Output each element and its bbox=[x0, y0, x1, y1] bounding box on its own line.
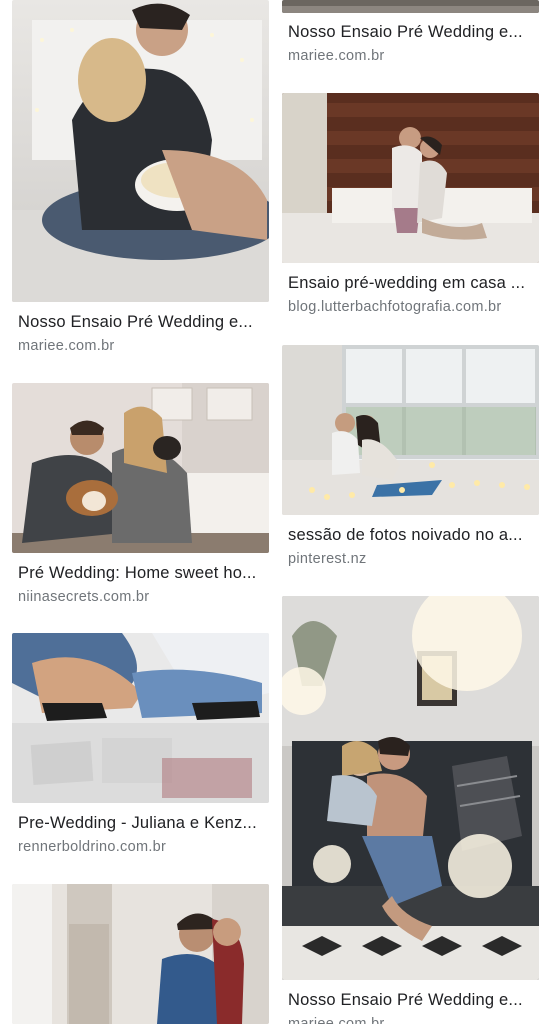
result-source: rennerboldrino.com.br bbox=[18, 839, 167, 855]
result-card[interactable]: Pre-Wedding - Juliana e Kenz... rennerbo… bbox=[12, 633, 269, 865]
result-source: mariee.com.br bbox=[18, 338, 115, 354]
result-source: pinterest.nz bbox=[288, 551, 367, 567]
result-card[interactable]: Nosso Ensaio Pré Wedding e... mariee.com… bbox=[12, 0, 269, 370]
result-source: niinasecrets.com.br bbox=[18, 589, 150, 605]
result-thumbnail[interactable] bbox=[282, 0, 539, 13]
result-card[interactable]: Nosso Ensaio Pré Wedding e... mariee.com… bbox=[282, 0, 539, 75]
result-title[interactable]: Nosso Ensaio Pré Wedding e... bbox=[282, 991, 539, 1010]
result-title[interactable]: sessão de fotos noivado no a... bbox=[282, 526, 539, 545]
result-card[interactable] bbox=[12, 884, 269, 1024]
result-card[interactable]: Pré Wedding: Home sweet ho... niinasecre… bbox=[12, 383, 269, 615]
result-thumbnail[interactable] bbox=[282, 345, 539, 515]
result-source: mariee.com.br bbox=[288, 48, 385, 64]
result-card[interactable]: sessão de fotos noivado no a... pinteres… bbox=[282, 345, 539, 577]
result-title[interactable]: Nosso Ensaio Pré Wedding e... bbox=[12, 313, 269, 332]
result-card[interactable]: Nosso Ensaio Pré Wedding e... mariee.com… bbox=[282, 596, 539, 1024]
result-title[interactable]: Pre-Wedding - Juliana e Kenz... bbox=[12, 814, 269, 833]
result-thumbnail[interactable] bbox=[12, 0, 269, 302]
result-source: blog.lutterbachfotografia.com.br bbox=[288, 299, 502, 315]
result-title[interactable]: Pré Wedding: Home sweet ho... bbox=[12, 564, 269, 583]
result-thumbnail[interactable] bbox=[282, 93, 539, 263]
result-thumbnail[interactable] bbox=[12, 884, 269, 1024]
result-thumbnail[interactable] bbox=[12, 633, 269, 803]
result-thumbnail[interactable] bbox=[12, 383, 269, 553]
result-title[interactable]: Ensaio pré-wedding em casa ... bbox=[282, 274, 539, 293]
result-thumbnail[interactable] bbox=[282, 596, 539, 980]
result-source: mariee.com.br bbox=[288, 1016, 385, 1024]
result-title[interactable]: Nosso Ensaio Pré Wedding e... bbox=[282, 23, 539, 42]
result-card[interactable]: Ensaio pré-wedding em casa ... blog.lutt… bbox=[282, 93, 539, 325]
image-results-grid: Nosso Ensaio Pré Wedding e... mariee.com… bbox=[0, 0, 550, 1024]
